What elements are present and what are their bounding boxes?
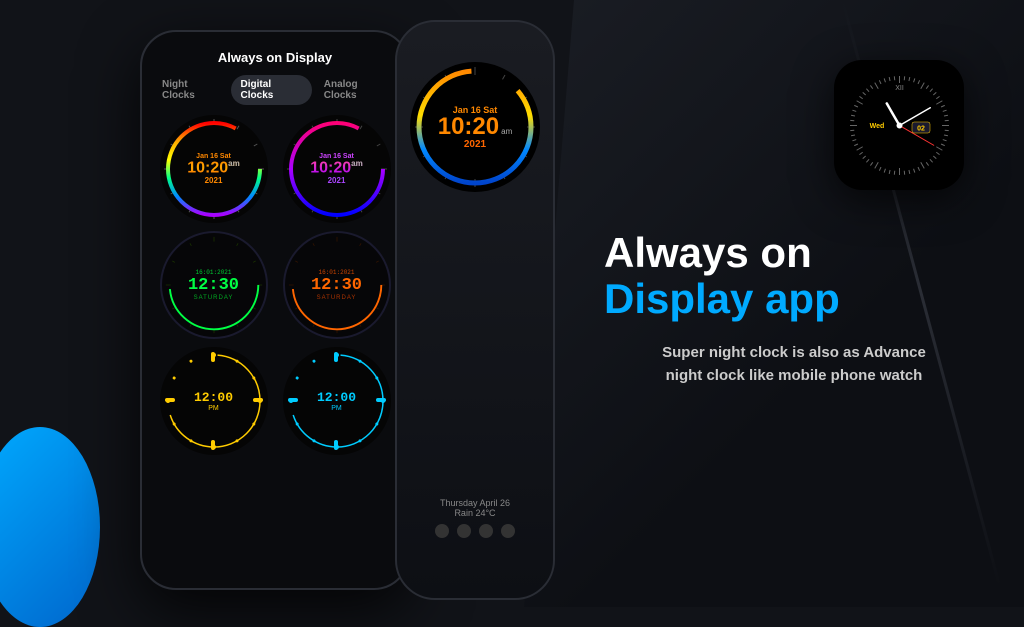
app-icon-row — [435, 524, 515, 538]
digital-day-2: SATURDAY — [311, 295, 362, 301]
clock-dot-yellow[interactable]: 12:00 PM — [160, 347, 268, 455]
square-clock-widget: XII Wed Oct 02 — [834, 60, 964, 190]
clock-rainbow-content: Jan 16 Sat 10:20am 2021 — [187, 153, 239, 185]
clock-row-3: 12:00 PM — [152, 347, 398, 455]
contact-icon — [457, 524, 471, 538]
square-clock-svg: XII Wed Oct 02 — [842, 68, 957, 183]
tab-bar: Night Clocks Digital Clocks Analog Clock… — [152, 75, 398, 105]
tab-analog-clocks[interactable]: Analog Clocks — [314, 75, 398, 105]
clock-time: 10:20am — [187, 160, 239, 176]
clock-dot-yellow-content: 12:00 PM — [194, 390, 233, 412]
svg-text:Wed: Wed — [869, 123, 884, 130]
clock-digital-orange[interactable]: 16:01:2021 12:30 SATURDAY — [283, 231, 391, 339]
clock-rainbow[interactable]: Jan 16 Sat 10:20am 2021 — [160, 115, 268, 223]
svg-text:XII: XII — [895, 85, 904, 92]
circle-icon — [479, 524, 493, 538]
large-clock-ampm: am — [501, 127, 512, 136]
tab-night-clocks[interactable]: Night Clocks — [152, 75, 229, 105]
large-clock: Jan 16 Sat 10:20 am 2021 — [410, 62, 540, 192]
dot-clock-time-2: 12:00 — [317, 390, 356, 405]
clock-purple[interactable]: Jan 16 Sat 10:20am 2021 — [283, 115, 391, 223]
clock-purple-content: Jan 16 Sat 10:20am 2021 — [310, 153, 362, 185]
clock-time-2: 10:20am — [310, 160, 362, 176]
headline-line1: Always on — [604, 230, 984, 276]
clock-dot-cyan-content: 12:00 PM — [317, 390, 356, 412]
phone-mockup: Always on Display Night Clocks Digital C… — [140, 30, 410, 590]
weather-line1: Thursday April 26 — [435, 498, 515, 508]
promo-text: Always on Display app Super night clock … — [604, 230, 984, 387]
digital-date-2: 16:01:2021 — [311, 269, 362, 276]
tab-digital-clocks[interactable]: Digital Clocks — [231, 75, 312, 105]
phone-icon — [501, 524, 515, 538]
large-clock-text: Jan 16 Sat 10:20 am 2021 — [438, 105, 513, 150]
digital-date-1: 16:01:2021 — [188, 269, 239, 276]
clock-year-2: 2021 — [310, 176, 362, 185]
clock-digital-green-content: 16:01:2021 12:30 SATURDAY — [188, 269, 239, 301]
wechat-icon — [435, 524, 449, 538]
clock-dot-cyan[interactable]: 12:00 PM — [283, 347, 391, 455]
bg-blue-accent — [0, 427, 100, 627]
large-clock-year: 2021 — [438, 139, 513, 150]
clock-row-2: 16:01:2021 12:30 SATURDAY — [152, 231, 398, 339]
digital-time-1: 12:30 — [188, 276, 239, 295]
dot-clock-time-1: 12:00 — [194, 390, 233, 405]
svg-text:02: 02 — [917, 125, 925, 132]
large-clock-time: 10:20 — [438, 115, 499, 139]
clock-year: 2021 — [187, 176, 239, 185]
clock-row-1: Jan 16 Sat 10:20am 2021 — [152, 115, 398, 223]
square-clock-face: XII Wed Oct 02 — [842, 68, 957, 183]
digital-time-2: 12:30 — [311, 276, 362, 295]
dot-clock-ampm-2: PM — [317, 405, 356, 412]
clock-digital-green[interactable]: 16:01:2021 12:30 SATURDAY — [160, 231, 268, 339]
weather-line2: Rain 24°C — [435, 508, 515, 518]
phone-app-title: Always on Display — [152, 50, 398, 65]
headline-line2: Display app — [604, 276, 984, 322]
dot-clock-ampm-1: PM — [194, 405, 233, 412]
digital-day-1: SATURDAY — [188, 295, 239, 301]
large-phone-mockup: Jan 16 Sat 10:20 am 2021 Thursday April … — [395, 20, 555, 600]
clock-digital-orange-content: 16:01:2021 12:30 SATURDAY — [311, 269, 362, 301]
subtitle: Super night clock is also as Advancenigh… — [604, 342, 984, 387]
weather-section: Thursday April 26 Rain 24°C — [435, 498, 515, 578]
